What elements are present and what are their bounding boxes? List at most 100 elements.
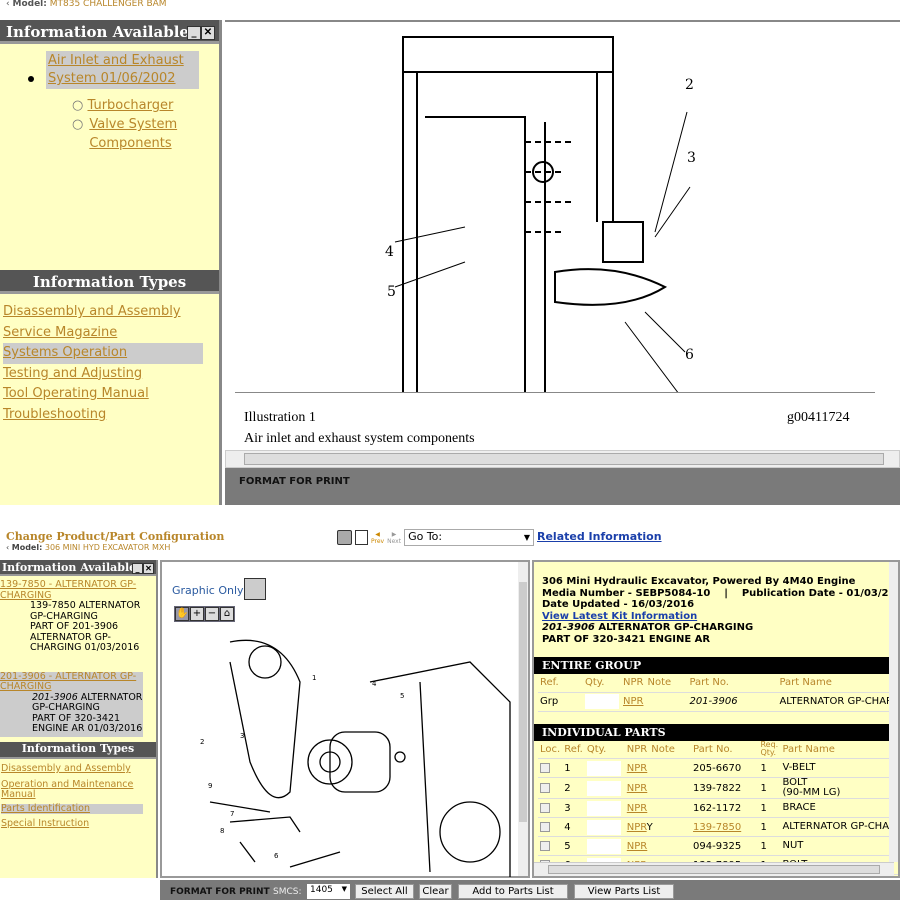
pan-icon[interactable]: ✋ [175,607,189,621]
close-icon[interactable]: ✕ [143,562,154,574]
goto-select[interactable]: Go To: ▼ [404,529,535,546]
bottom-left-panel: Information Available _ ✕ 139-7850 - ALTE… [0,560,158,878]
part-name: ALTERNATOR GP-CHAR [782,821,896,832]
ref: 4 [562,817,585,837]
bullet-icon [28,76,34,82]
part-number[interactable]: 139-7850 [693,822,741,833]
info-type-operation-maintenance[interactable]: Operation and Maintenance Manual [1,779,143,801]
ref: 2 [562,777,585,799]
info-entry-201-3906: 201-3906 - ALTERNATOR GP-CHARGING 201-39… [0,671,143,737]
entire-group-header: ENTIRE GROUP [534,657,898,674]
req-qty: 1 [758,836,781,856]
parts-row: 1 NPR 205-6670 1 V-BELT [538,758,898,778]
graphic-only-button[interactable] [244,578,266,600]
parts-row: 2 NPR 139-7822 1 BOLT (90-MM LG) [538,777,898,799]
graphic-callout-9: 9 [208,782,213,790]
select-all-button[interactable]: Select All [355,884,414,899]
npr-link[interactable]: NPR [627,763,647,774]
info-types-header: Information Types [0,270,219,294]
info-type-systems-operation[interactable]: Systems Operation [3,343,203,364]
callout-5: 5 [387,284,396,300]
npr-link[interactable]: NPR [627,783,647,794]
top-format-print-bar: FORMAT FOR PRINT [225,468,900,505]
info-type-special-instruction[interactable]: Special Instruction [1,818,143,830]
qty-input[interactable] [586,780,621,796]
req-qty: 1 [758,777,781,799]
clear-button[interactable]: Clear [419,884,452,899]
npr-link[interactable]: NPR [627,822,647,833]
home-icon[interactable]: ⌂ [220,607,234,621]
qty-input[interactable] [586,800,621,816]
req-qty: 1 [758,798,781,818]
graphic-callout-2: 2 [200,738,205,746]
illustration-caption: Air inlet and exhaust system components [244,431,475,446]
npr-link[interactable]: NPR [627,803,647,814]
loc-checkbox[interactable] [540,762,550,773]
bottom-info-available-header: Information Available _ ✕ [0,560,156,576]
zoom-in-icon[interactable]: + [190,607,204,621]
add-to-parts-list-button[interactable]: Add to Parts List [458,884,568,899]
req-qty: 1 [758,758,781,778]
req-qty: 1 [758,817,781,837]
back-chevron-icon[interactable]: ‹ [6,543,9,552]
alternator-illustration [209,639,511,877]
air-system-illustration [394,36,691,392]
part-number: 205-6670 [693,762,742,774]
part-number: 162-1172 [693,802,742,814]
minimize-icon[interactable]: _ [132,562,143,574]
graphic-callout-1: 1 [312,674,317,682]
tree-item-selected[interactable]: Air Inlet and Exhaust System 01/06/2002 [46,51,199,89]
document-icon[interactable] [355,530,368,545]
product-line: 306 Mini Hydraulic Excavator, Powered By… [542,576,856,587]
circle-bullet-icon: ○ [72,117,84,132]
parts-row: 5 NPR 094-9325 1 NUT [538,836,898,856]
parts-horizontal-scrollbar[interactable] [534,862,894,876]
info-type-disassembly[interactable]: Disassembly and Assembly [3,302,203,323]
camera-icon[interactable] [337,530,352,545]
bottom-model-bar: ‹ Model: 306 MINI HYD EXCAVATOR MXH [6,543,171,552]
back-chevron-icon[interactable]: ‹ [6,0,10,9]
info-type-parts-identification[interactable]: Parts Identification [1,803,143,814]
top-content-panel: 2 3 4 5 6 Illustration 1 g00411724 Air i… [225,20,900,468]
info-type-troubleshooting[interactable]: Troubleshooting [3,405,203,426]
part-name: V-BELT [782,762,816,773]
format-for-print-link[interactable]: FORMAT FOR PRINT [170,887,270,897]
format-for-print-link[interactable]: FORMAT FOR PRINT [239,476,350,487]
graphic-scrollbar[interactable] [518,562,528,876]
next-button[interactable]: ▶ Next [387,531,401,545]
info-type-service-magazine[interactable]: Service Magazine [3,323,203,344]
loc-checkbox[interactable] [540,840,550,851]
group-row: Grp NPR 201-3906 ALTERNATOR GP-CHAR [538,692,898,712]
info-type-testing[interactable]: Testing and Adjusting [3,364,203,385]
tree-item-turbocharger[interactable]: ○ Turbocharger [72,96,179,115]
view-kit-link[interactable]: View Latest Kit Information [542,611,898,623]
smcs-select[interactable]: 1405 ▼ [307,884,350,899]
related-information-link[interactable]: Related Information [537,530,662,543]
graphic-callout-3: 3 [240,732,245,740]
zoom-out-icon[interactable]: − [205,607,219,621]
part-name: NUT [782,840,804,851]
part-name: BRACE [782,802,816,813]
loc-checkbox[interactable] [540,782,550,793]
prev-button[interactable]: ◀ Prev [371,531,384,545]
loc-checkbox[interactable] [540,821,550,832]
qty-input[interactable] [586,760,621,776]
part-title: 201-3906 ALTERNATOR GP-CHARGING [542,622,754,633]
npr-link[interactable]: NPR [627,841,647,852]
illustration-label: Illustration 1 [244,410,316,425]
date-updated: Date Updated - 16/03/2016 [542,599,695,610]
top-model-bar: ‹ Model: MT835 CHALLENGER BAM [6,0,167,9]
info-type-disassembly[interactable]: Disassembly and Assembly [1,763,143,775]
qty-input[interactable] [586,838,621,854]
tree-item-valve-system[interactable]: ○ Valve System Components [72,115,179,153]
view-parts-list-button[interactable]: View Parts List [574,884,674,899]
qty-input[interactable] [585,694,619,709]
part-of: PART OF 320-3421 ENGINE AR [542,633,711,645]
loc-checkbox[interactable] [540,802,550,813]
qty-input[interactable] [586,819,621,835]
parts-vertical-scrollbar[interactable] [889,562,898,862]
minimize-icon[interactable]: _ [187,26,201,40]
close-icon[interactable]: ✕ [201,26,215,40]
info-type-tool-manual[interactable]: Tool Operating Manual [3,384,203,405]
horizontal-scrollbar[interactable] [225,450,900,468]
